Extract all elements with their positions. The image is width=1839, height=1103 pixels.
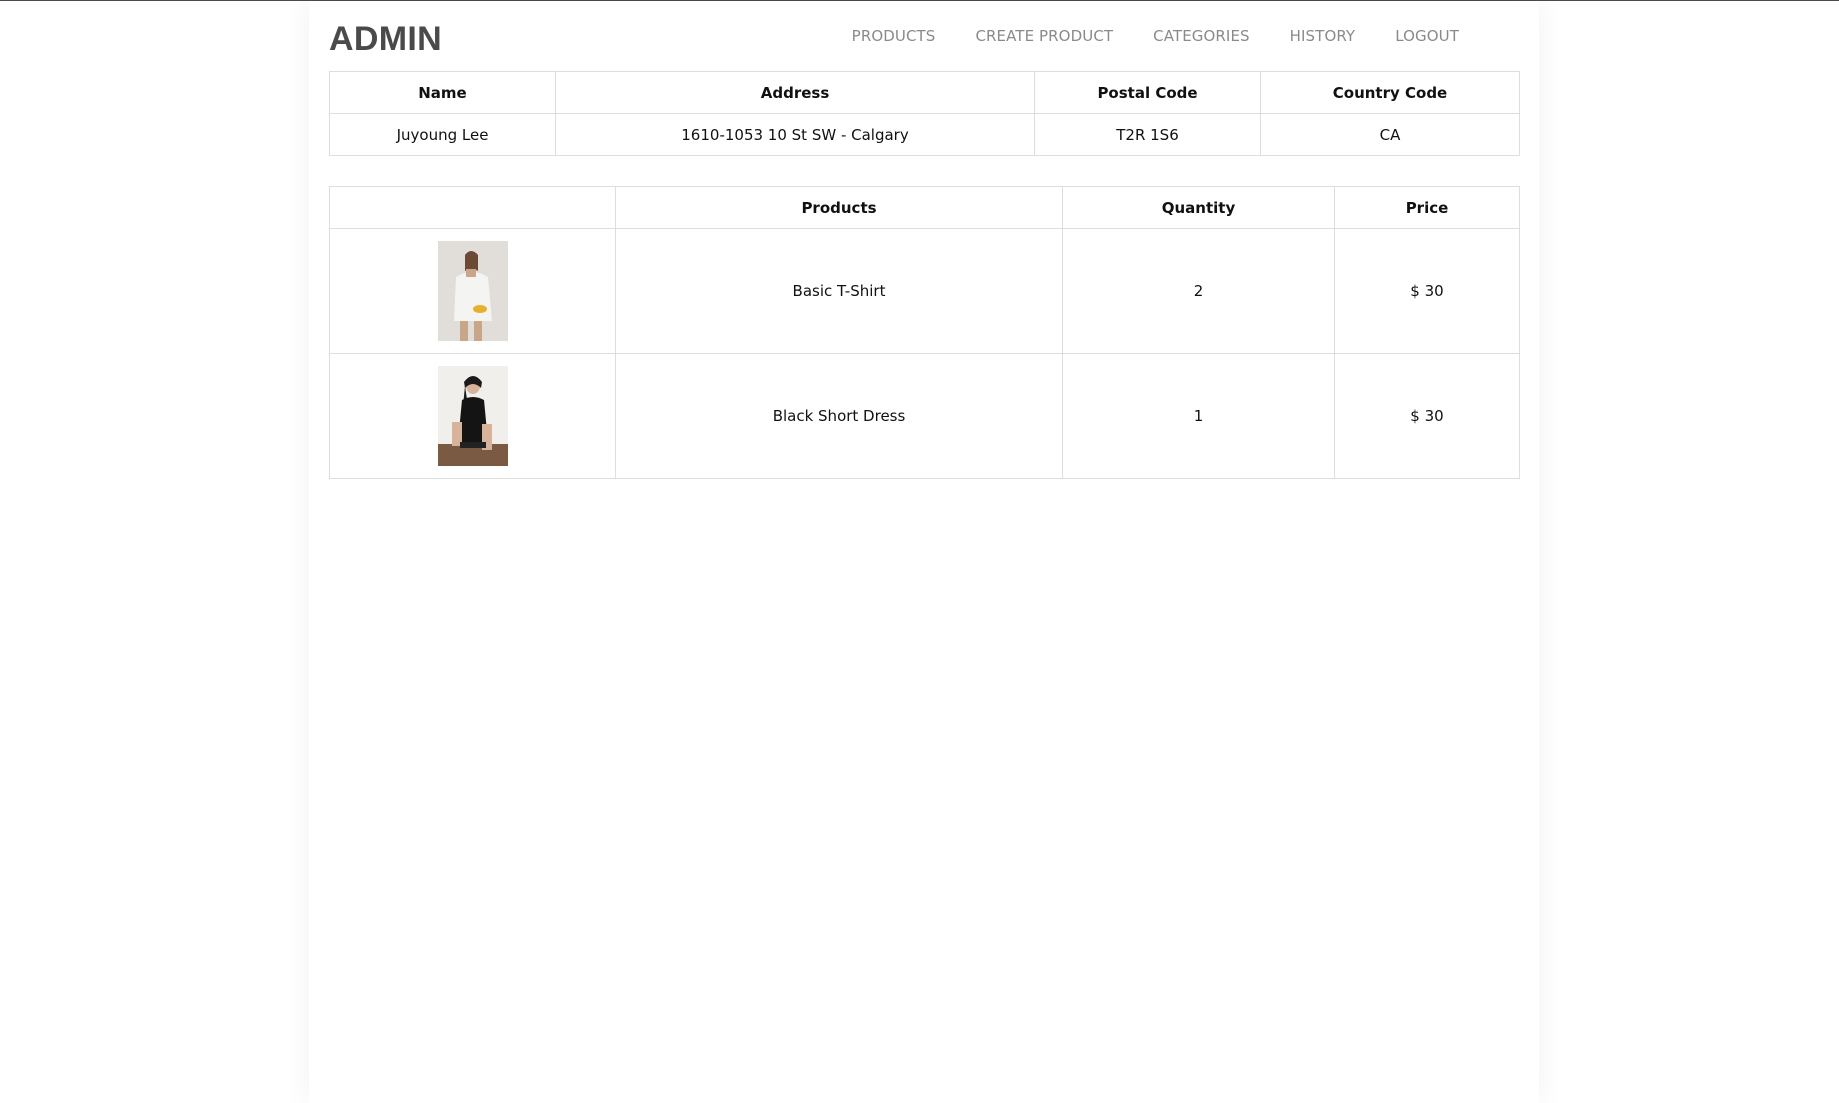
table-row: Juyoung Lee 1610-1053 10 St SW - Calgary…	[329, 113, 1520, 156]
product-name: Black Short Dress	[615, 353, 1063, 479]
column-header-products: Products	[615, 186, 1063, 229]
column-header-postal-code: Postal Code	[1034, 71, 1261, 114]
column-header-price: Price	[1334, 186, 1520, 229]
column-header-quantity: Quantity	[1062, 186, 1335, 229]
logo[interactable]: ADMIN	[329, 19, 442, 59]
column-header-country-code: Country Code	[1260, 71, 1520, 114]
column-header-image	[329, 186, 616, 229]
order-header-row: Products Quantity Price	[329, 186, 1520, 229]
header: ADMIN PRODUCTS CREATE PRODUCT CATEGORIES…	[329, 17, 1519, 61]
customer-address: 1610-1053 10 St SW - Calgary	[555, 113, 1035, 156]
nav-products[interactable]: PRODUCTS	[852, 27, 936, 45]
product-quantity: 2	[1062, 228, 1335, 354]
column-header-name: Name	[329, 71, 556, 114]
customer-header-row: Name Address Postal Code Country Code	[329, 71, 1520, 114]
nav-history[interactable]: HISTORY	[1290, 27, 1356, 45]
order-items-table: Products Quantity Price Basic T-Shirt 2 …	[329, 186, 1520, 479]
product-name: Basic T-Shirt	[615, 228, 1063, 354]
product-image-cell	[329, 353, 616, 479]
customer-table: Name Address Postal Code Country Code Ju…	[329, 71, 1520, 156]
product-image-cell	[329, 228, 616, 354]
table-row: Basic T-Shirt 2 $ 30	[329, 228, 1520, 354]
nav-categories[interactable]: CATEGORIES	[1153, 27, 1250, 45]
customer-country-code: CA	[1260, 113, 1520, 156]
column-header-address: Address	[555, 71, 1035, 114]
customer-name: Juyoung Lee	[329, 113, 556, 156]
nav-logout[interactable]: LOGOUT	[1395, 27, 1459, 45]
nav-create-product[interactable]: CREATE PRODUCT	[975, 27, 1113, 45]
product-photo-black-dress-icon[interactable]	[437, 366, 508, 466]
main-nav: PRODUCTS CREATE PRODUCT CATEGORIES HISTO…	[852, 27, 1459, 45]
product-photo-white-tshirt-icon[interactable]	[437, 241, 508, 341]
page-container: ADMIN PRODUCTS CREATE PRODUCT CATEGORIES…	[309, 1, 1539, 1103]
product-price: $ 30	[1334, 228, 1520, 354]
product-price: $ 30	[1334, 353, 1520, 479]
table-row: Black Short Dress 1 $ 30	[329, 353, 1520, 479]
customer-postal-code: T2R 1S6	[1034, 113, 1261, 156]
product-quantity: 1	[1062, 353, 1335, 479]
